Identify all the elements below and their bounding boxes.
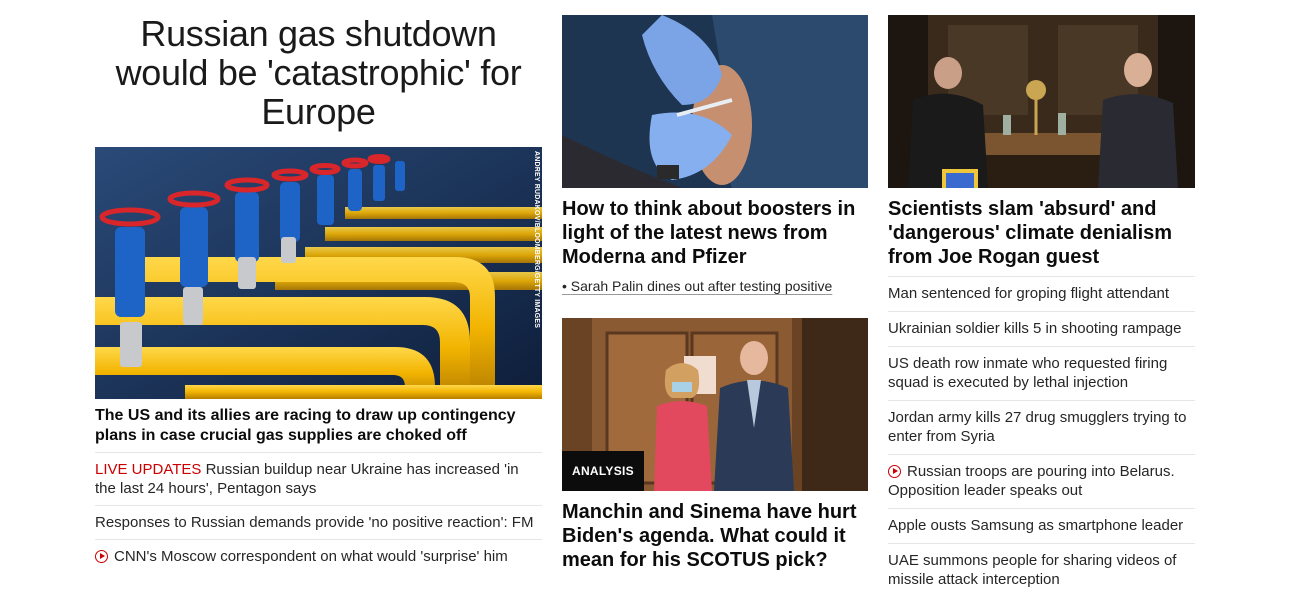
- bullet-link-text: Sarah Palin dines out after testing posi…: [570, 278, 833, 294]
- live-updates-tag: LIVE UPDATES: [95, 461, 202, 478]
- lead-story-column: Russian gas shutdown would be 'catastrop…: [95, 0, 542, 573]
- booster-headline[interactable]: How to think about boosters in light of …: [562, 197, 868, 269]
- list-item[interactable]: Russian troops are pouring into Belarus.…: [888, 454, 1195, 508]
- list-item[interactable]: US death row inmate who requested firing…: [888, 346, 1195, 400]
- list-item-text: US death row inmate who requested firing…: [888, 355, 1168, 391]
- list-item[interactable]: UAE summons people for sharing videos of…: [888, 543, 1195, 597]
- list-item-text: UAE summons people for sharing videos of…: [888, 552, 1177, 588]
- podcast-studio-image[interactable]: [888, 15, 1195, 188]
- booster-vaccine-image[interactable]: [562, 15, 868, 188]
- list-item-text: Jordan army kills 27 drug smugglers tryi…: [888, 409, 1187, 445]
- list-item[interactable]: Man sentenced for groping flight attenda…: [888, 276, 1195, 311]
- list-item[interactable]: Apple ousts Samsung as smartphone leader: [888, 508, 1195, 543]
- list-item-text: Man sentenced for groping flight attenda…: [888, 285, 1170, 302]
- lead-image-gas-pipes[interactable]: ANDREY RUDAKOV/BLOOMBERG/GETTY IMAGES: [95, 147, 542, 399]
- bullet-link[interactable]: • Sarah Palin dines out after testing po…: [562, 277, 868, 295]
- list-item-text: Ukrainian soldier kills 5 in shooting ra…: [888, 320, 1182, 337]
- lead-related-list: LIVE UPDATES Russian buildup near Ukrain…: [95, 452, 542, 573]
- list-item-text: Apple ousts Samsung as smartphone leader: [888, 517, 1184, 534]
- list-item[interactable]: CNN's Moscow correspondent on what would…: [95, 539, 542, 573]
- list-item[interactable]: LIVE UPDATES Russian buildup near Ukrain…: [95, 452, 542, 505]
- image-credit: ANDREY RUDAKOV/BLOOMBERG/GETTY IMAGES: [533, 151, 540, 329]
- lead-headline[interactable]: Russian gas shutdown would be 'catastrop…: [95, 14, 542, 131]
- list-item[interactable]: Responses to Russian demands provide 'no…: [95, 505, 542, 539]
- list-item-text: CNN's Moscow correspondent on what would…: [114, 548, 508, 565]
- manchin-sinema-headline[interactable]: Manchin and Sinema have hurt Biden's age…: [562, 500, 868, 572]
- right-column: Scientists slam 'absurd' and 'dangerous'…: [888, 0, 1195, 597]
- analysis-label: ANALYSIS: [562, 451, 644, 491]
- right-headlines-list: Man sentenced for groping flight attenda…: [888, 276, 1195, 597]
- middle-column: How to think about boosters in light of …: [562, 0, 868, 572]
- list-item[interactable]: Jordan army kills 27 drug smugglers tryi…: [888, 400, 1195, 454]
- play-icon: [888, 465, 901, 478]
- rogan-headline[interactable]: Scientists slam 'absurd' and 'dangerous'…: [888, 197, 1195, 269]
- list-item[interactable]: Ukrainian soldier kills 5 in shooting ra…: [888, 311, 1195, 346]
- play-icon: [95, 550, 108, 563]
- lead-subheadline[interactable]: The US and its allies are racing to draw…: [95, 406, 542, 446]
- list-item-text: Russian troops are pouring into Belarus.…: [888, 463, 1175, 499]
- manchin-sinema-image[interactable]: ANALYSIS: [562, 318, 868, 491]
- list-item-text: Responses to Russian demands provide 'no…: [95, 514, 534, 531]
